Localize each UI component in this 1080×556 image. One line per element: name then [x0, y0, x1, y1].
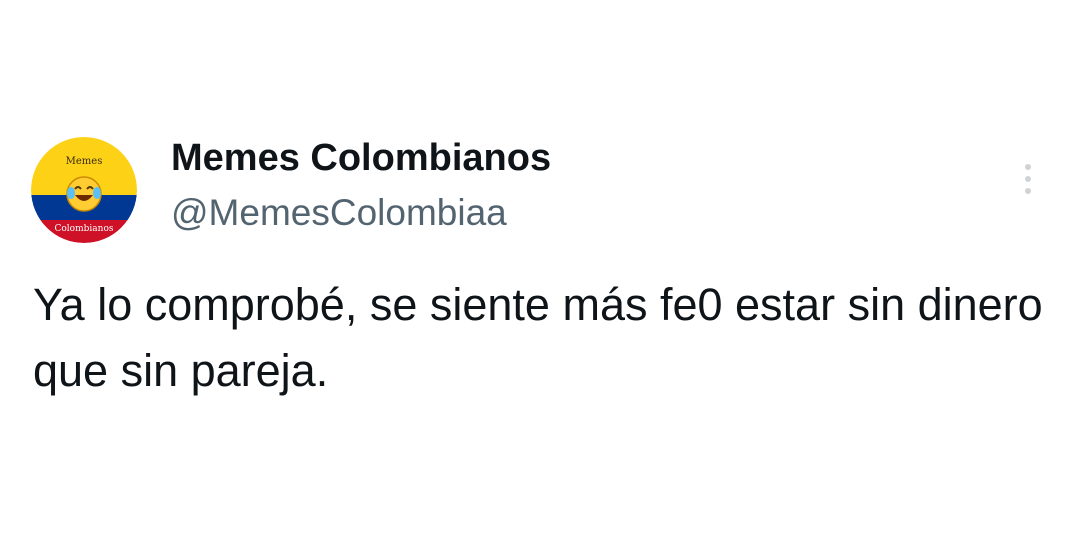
display-name[interactable]: Memes Colombianos: [171, 133, 551, 183]
avatar[interactable]: Memes Colombianos: [31, 137, 137, 243]
tweet-card: Memes Colombianos Memes Colombianos @Mem…: [0, 0, 1080, 556]
laughing-face-icon: [66, 176, 102, 212]
user-handle[interactable]: @MemesColombiaa: [171, 188, 507, 238]
avatar-image: Memes Colombianos: [31, 137, 137, 243]
avatar-top-text: Memes: [66, 156, 103, 167]
tweet-text: Ya lo comprobé, se siente más fe0 estar …: [33, 279, 1043, 396]
avatar-bottom-text: Colombianos: [55, 224, 114, 234]
more-options-button[interactable]: [1013, 158, 1043, 200]
